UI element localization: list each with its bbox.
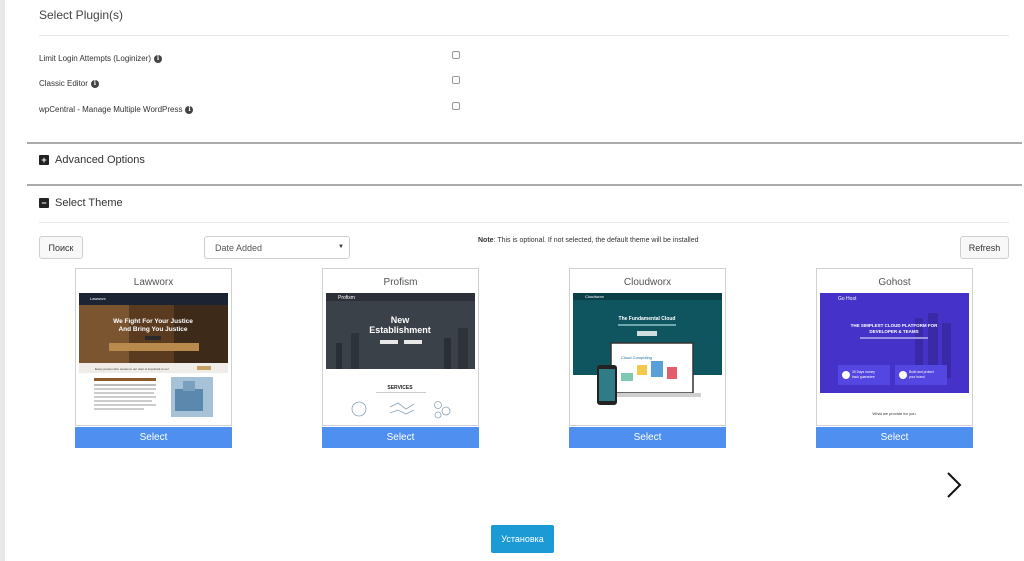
preview-hero: THE SIMPLEST CLOUD PLATFORM FOR [851, 323, 938, 328]
theme-frame: Cloudworx Cloudworx The Fundamental Clou… [569, 268, 726, 426]
select-theme-label: Select Theme [55, 197, 123, 209]
preview-card-text: Build and protect [909, 370, 934, 374]
theme-name: Gohost [878, 277, 911, 288]
select-theme-button-gohost[interactable]: Select [816, 427, 973, 448]
preview-card-text: 30 Days money [852, 370, 875, 374]
refresh-button[interactable]: Refresh [960, 236, 1009, 259]
select-theme-button-profism[interactable]: Select [322, 427, 479, 448]
plus-icon: + [39, 155, 49, 165]
theme-card-cloudworx: Cloudworx Cloudworx The Fundamental Clou… [569, 268, 726, 450]
theme-name: Lawworx [133, 277, 174, 288]
theme-note: Note: This is optional. If not selected,… [478, 237, 699, 244]
theme-name: Profism [383, 277, 418, 288]
theme-frame: Gohost Go Host THE SIMPLEST CLOUD PLATFO… [816, 268, 973, 426]
section-divider [27, 142, 1022, 144]
plugin-checkbox-wpcentral[interactable] [452, 102, 460, 110]
divider [39, 222, 1009, 223]
left-edge [0, 0, 5, 561]
theme-frame: Lawworx Lawworx We Fight For Your Justic… [75, 268, 232, 426]
search-button[interactable]: Поиск [39, 236, 83, 259]
dropdown-arrow-icon: ▼ [338, 244, 344, 250]
preview-hero: New [391, 315, 411, 325]
section-divider [27, 184, 1022, 186]
preview-hero: The Fundamental Cloud [619, 316, 676, 322]
plugin-row-wpcentral: wpCentral - Manage Multiple WordPress i [39, 99, 469, 115]
preview-hero: Establishment [369, 325, 431, 335]
theme-name: Cloudworx [623, 277, 672, 288]
theme-preview-lawworx: Lawworx We Fight For Your Justice And Br… [79, 293, 228, 424]
divider [39, 35, 1009, 36]
theme-preview-gohost: Go Host THE SIMPLEST CLOUD PLATFORM FOR … [820, 293, 969, 424]
plugin-label: Limit Login Attempts (Loginizer) [39, 54, 152, 63]
preview-brand: Cloudworx [585, 294, 604, 299]
plugin-checkbox-classic-editor[interactable] [452, 76, 460, 84]
select-theme-toggle[interactable]: − Select Theme [39, 197, 123, 209]
sort-select-value: Date Added [215, 242, 263, 253]
theme-preview-profism: Profism New Establishment SERVICES [326, 293, 475, 424]
preview-hero: We Fight For Your Justice [113, 318, 193, 325]
minus-icon: − [39, 198, 49, 208]
theme-preview-cloudworx: Cloudworx The Fundamental Cloud Cloud Co… [573, 293, 722, 424]
preview-hero: DEVELOPER & TEAMS [869, 329, 918, 334]
preview-card-text: back guarantee [852, 375, 875, 379]
theme-card-profism: Profism Profism New Establishment SERVIC… [322, 268, 479, 450]
theme-card-gohost: Gohost Go Host THE SIMPLEST CLOUD PLATFO… [816, 268, 973, 450]
info-icon[interactable]: i [90, 80, 99, 88]
advanced-options-label: Advanced Options [55, 154, 145, 166]
preview-footer: What we provide for you [872, 411, 915, 416]
info-icon[interactable]: i [185, 106, 194, 114]
select-plugins-title: Select Plugin(s) [39, 8, 124, 22]
preview-brand: Profism [338, 295, 355, 301]
theme-card-lawworx: Lawworx Lawworx We Fight For Your Justic… [75, 268, 232, 450]
plugin-checkbox-loginizer[interactable] [452, 51, 460, 59]
select-theme-button-lawworx[interactable]: Select [75, 427, 232, 448]
sort-select[interactable]: Date Added ▼ [204, 236, 350, 259]
preview-brand: Go Host [838, 296, 857, 302]
plugin-label: Classic Editor [39, 79, 88, 88]
info-icon[interactable]: i [154, 55, 163, 63]
plugin-row-loginizer: Limit Login Attempts (Loginizer) i [39, 48, 469, 64]
select-theme-button-cloudworx[interactable]: Select [569, 427, 726, 448]
plugin-label: wpCentral - Manage Multiple WordPress [39, 105, 183, 114]
chevron-right-icon[interactable] [942, 470, 968, 500]
install-button[interactable]: Установка [491, 525, 554, 553]
preview-brand: Lawworx [90, 296, 106, 301]
theme-frame: Profism Profism New Establishment SERVIC… [322, 268, 479, 426]
advanced-options-toggle[interactable]: + Advanced Options [39, 154, 145, 166]
preview-screen-text: Cloud Computing [621, 355, 652, 360]
preview-card-text: your brand [909, 375, 925, 379]
preview-services: SERVICES [387, 385, 413, 391]
preview-hero: And Bring You Justice [118, 326, 187, 333]
preview-tagline: Every person who comes to our door is im… [95, 367, 169, 371]
plugin-row-classic-editor: Classic Editor i [39, 73, 469, 89]
